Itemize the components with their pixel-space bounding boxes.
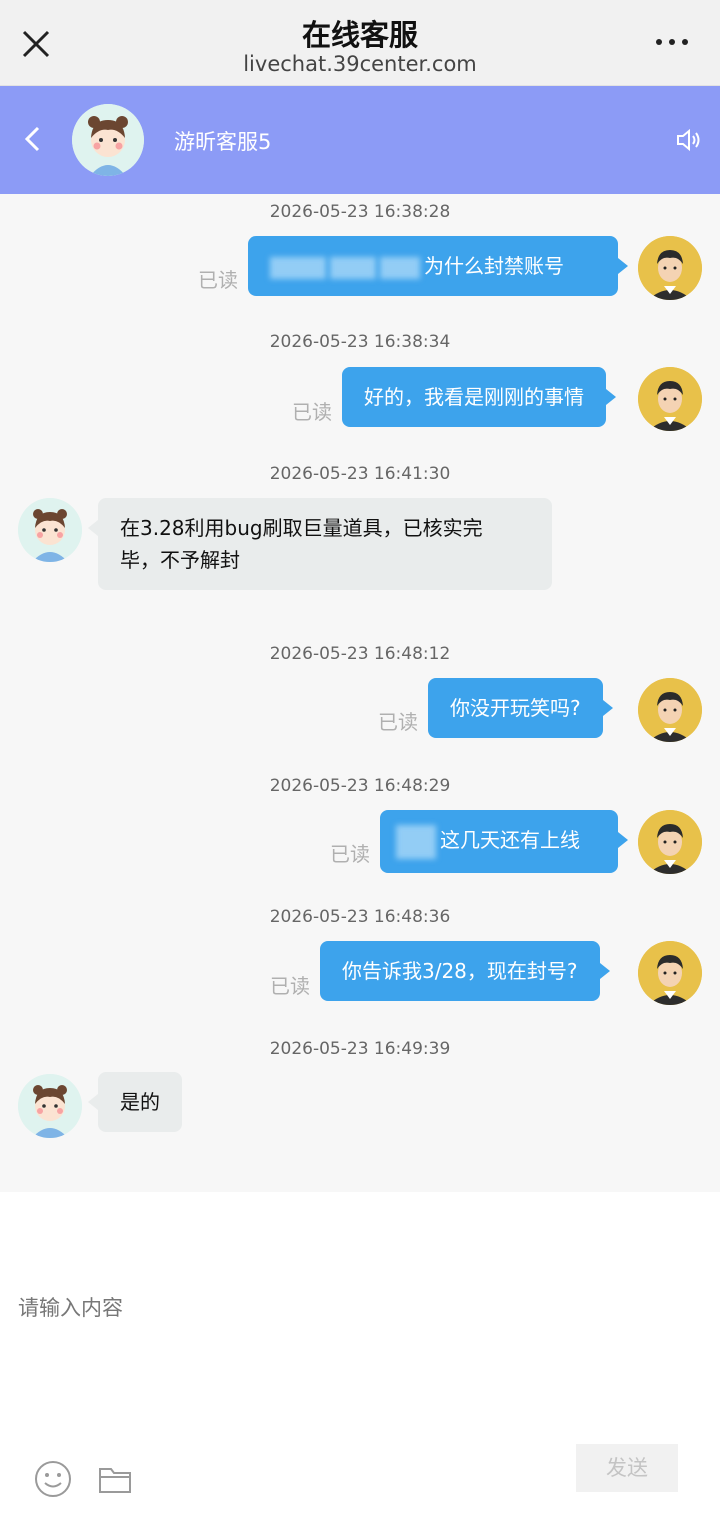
message-text-line: 毕，不予解封	[120, 548, 240, 572]
message-timestamp: 2026-05-23 16:38:28	[269, 202, 451, 222]
agent-message-bubble[interactable]: 是的	[88, 1072, 182, 1132]
redacted-text	[396, 824, 436, 859]
page-title: 在线客服	[301, 18, 418, 52]
message-text-line: 在3.28利用bug刷取巨量道具，已核实完	[120, 516, 483, 540]
user-message-bubble[interactable]: 为什么封禁账号	[248, 236, 628, 296]
message-timestamp: 2026-05-23 16:48:29	[269, 776, 451, 796]
message-list: 2026-05-23 16:38:28 已读 为什么封禁账号 2026-05-2…	[0, 194, 720, 1192]
message-text: 这几天还有上线	[440, 828, 580, 852]
message-text: 你没开玩笑吗?	[450, 696, 581, 720]
chat-header: 游昕客服5	[0, 86, 720, 194]
message-timestamp: 2026-05-23 16:49:39	[269, 1039, 451, 1059]
read-status: 已读	[330, 842, 370, 866]
message-text: 好的，我看是刚刚的事情	[364, 385, 584, 409]
emoji-icon[interactable]	[34, 1460, 72, 1498]
user-message-bubble[interactable]: 好的，我看是刚刚的事情	[342, 367, 616, 427]
agent-name: 游昕客服5	[174, 130, 272, 154]
redacted-text	[330, 256, 376, 279]
read-status: 已读	[198, 268, 238, 292]
agent-avatar	[72, 104, 144, 176]
redacted-text	[270, 256, 326, 279]
agent-avatar	[18, 1074, 82, 1138]
speaker-icon[interactable]	[674, 126, 702, 154]
read-status: 已读	[270, 974, 310, 998]
user-message-bubble[interactable]: 你告诉我3/28，现在封号?	[320, 941, 610, 1001]
user-avatar	[638, 941, 702, 1005]
user-avatar	[638, 810, 702, 874]
message-timestamp: 2026-05-23 16:38:34	[269, 332, 451, 352]
page-url: livechat.39center.com	[243, 52, 477, 76]
message-input[interactable]	[18, 1292, 702, 1412]
back-icon[interactable]	[22, 124, 44, 154]
message-timestamp: 2026-05-23 16:41:30	[269, 464, 451, 484]
more-icon[interactable]	[654, 30, 690, 54]
send-button[interactable]: 发送	[576, 1444, 678, 1492]
user-avatar	[638, 236, 702, 300]
message-timestamp: 2026-05-23 16:48:36	[269, 907, 451, 927]
user-message-bubble[interactable]: 这几天还有上线	[380, 810, 628, 873]
user-avatar	[638, 367, 702, 431]
read-status: 已读	[292, 400, 332, 424]
message-text: 为什么封禁账号	[424, 254, 564, 278]
user-message-bubble[interactable]: 你没开玩笑吗?	[428, 678, 613, 738]
agent-message-bubble[interactable]: 在3.28利用bug刷取巨量道具，已核实完 毕，不予解封	[88, 498, 552, 590]
message-text: 你告诉我3/28，现在封号?	[342, 959, 578, 983]
user-avatar	[638, 678, 702, 742]
composer: 发送	[0, 1192, 720, 1516]
agent-avatar	[18, 498, 82, 562]
folder-icon[interactable]	[98, 1464, 132, 1494]
message-text: 是的	[120, 1090, 160, 1114]
top-bar: 在线客服 livechat.39center.com	[0, 0, 720, 86]
redacted-text	[380, 256, 420, 279]
message-timestamp: 2026-05-23 16:48:12	[269, 644, 451, 664]
read-status: 已读	[378, 710, 418, 734]
